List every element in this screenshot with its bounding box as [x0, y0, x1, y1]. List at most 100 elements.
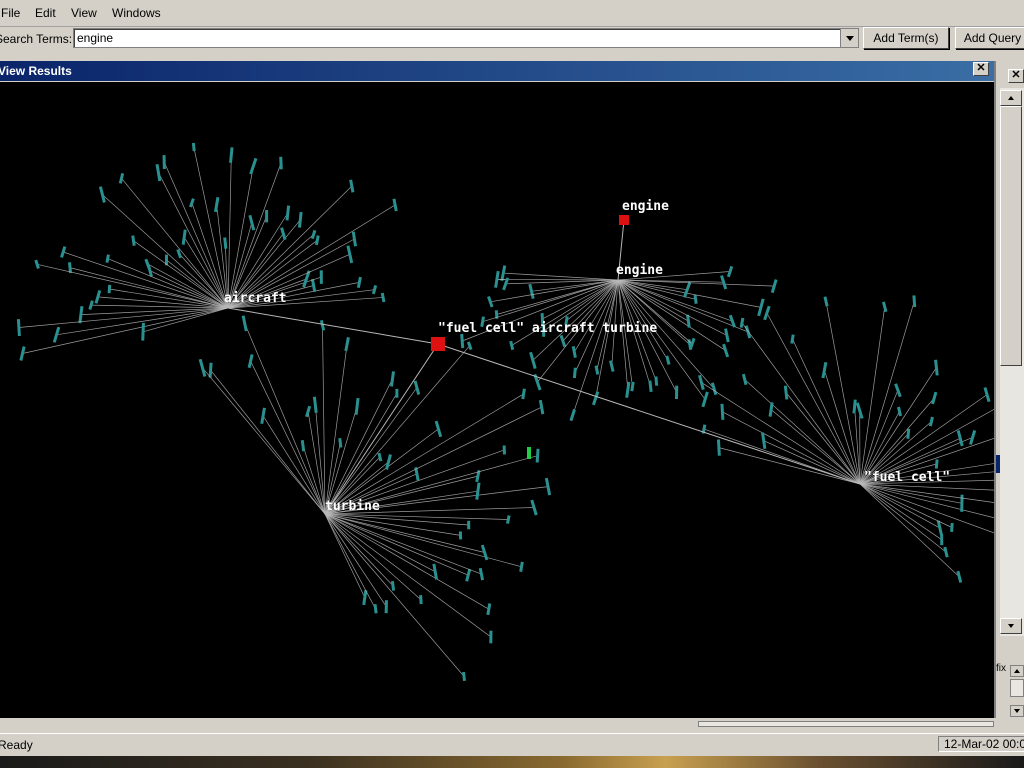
graph-edge — [722, 411, 861, 485]
result-node — [609, 360, 615, 372]
result-node — [384, 600, 388, 614]
hub-label: turbine — [325, 499, 380, 514]
result-node — [783, 385, 789, 400]
result-node — [181, 229, 187, 245]
scroll-down-button[interactable] — [1000, 618, 1022, 634]
result-node — [768, 402, 774, 417]
result-node — [739, 317, 745, 328]
result-node — [744, 325, 752, 339]
close-side-panel-button[interactable]: ✕ — [1008, 69, 1024, 83]
result-node — [894, 383, 902, 398]
result-node — [648, 380, 653, 393]
fix-scroll-thumb[interactable] — [1010, 679, 1024, 697]
result-node — [486, 603, 492, 616]
graph-edge — [202, 367, 326, 515]
query-node-label: engine — [622, 199, 669, 214]
hub-label: engine — [616, 263, 663, 278]
graph-edge — [859, 483, 942, 540]
result-node — [189, 198, 195, 208]
result-node — [389, 371, 395, 387]
result-node — [260, 407, 266, 425]
result-node — [300, 439, 306, 452]
result-node — [625, 381, 631, 398]
close-results-button[interactable]: ✕ — [973, 62, 989, 76]
result-node — [34, 259, 40, 269]
chevron-up-icon — [1014, 669, 1020, 673]
chevron-down-icon — [1008, 624, 1014, 628]
hub-label: "fuel cell" — [864, 470, 950, 485]
result-node — [98, 186, 106, 203]
result-node — [757, 298, 765, 317]
menu-file[interactable]: File — [1, 6, 20, 20]
result-node — [319, 270, 323, 284]
result-node — [535, 448, 540, 463]
result-node — [569, 409, 576, 422]
result-node — [107, 284, 112, 294]
term-graph[interactable]: engine "fuel cell" aircraft turbine aircra… — [0, 82, 994, 718]
result-node — [572, 367, 577, 379]
result-node — [141, 322, 145, 341]
add-query-button[interactable]: Add Query — [955, 27, 1024, 49]
result-node — [720, 403, 725, 420]
menu-edit[interactable]: Edit — [35, 6, 56, 20]
result-node — [349, 179, 355, 193]
search-input[interactable] — [77, 31, 837, 45]
result-node — [390, 580, 396, 591]
menu-view[interactable]: View — [71, 6, 97, 20]
fix-scroll-up[interactable] — [1010, 665, 1024, 677]
result-node — [248, 214, 256, 231]
fix-label: fix — [996, 663, 1006, 674]
result-node — [118, 172, 125, 184]
graph-edge — [324, 513, 492, 638]
result-node — [559, 334, 567, 348]
vertical-scrollbar[interactable] — [1000, 88, 1024, 636]
result-node — [413, 380, 421, 395]
graph-edge — [859, 301, 915, 485]
scroll-thumb[interactable] — [1000, 106, 1022, 366]
results-visualization[interactable]: engine "fuel cell" aircraft turbine aircra… — [0, 82, 994, 718]
scroll-up-button[interactable] — [1000, 90, 1022, 106]
graph-edge — [763, 440, 861, 485]
hub-label: aircraft — [224, 291, 287, 306]
horizontal-scrollbar[interactable] — [0, 719, 994, 729]
query-node — [431, 337, 445, 351]
hscroll-thumb[interactable] — [698, 721, 994, 727]
graph-edge — [193, 147, 229, 309]
result-node — [314, 235, 320, 246]
result-node — [594, 365, 600, 375]
add-terms-button[interactable]: Add Term(s) — [863, 27, 949, 49]
result-node — [414, 467, 420, 481]
graph-edge — [324, 513, 489, 610]
graph-edge — [718, 447, 861, 485]
graph-edge — [766, 312, 861, 485]
result-node — [310, 229, 317, 240]
result-node — [280, 227, 287, 241]
search-dropdown-button[interactable] — [840, 29, 858, 47]
search-combobox[interactable] — [73, 28, 859, 48]
result-node — [385, 454, 392, 470]
menu-windows[interactable]: Windows — [112, 6, 161, 20]
result-node — [683, 281, 692, 298]
result-node — [310, 278, 317, 293]
graph-edge — [859, 306, 886, 485]
result-node — [823, 296, 829, 307]
graph-edge — [859, 483, 962, 504]
result-node — [52, 326, 61, 343]
chevron-down-icon — [845, 35, 854, 41]
results-window-title: View Results — [0, 64, 72, 78]
result-node — [665, 355, 671, 365]
status-date: 12-Mar-02 00:07 — [938, 736, 1024, 752]
fix-scroll-down[interactable] — [1010, 705, 1024, 717]
result-node — [630, 381, 635, 392]
graph-edge — [617, 279, 733, 322]
graph-edge — [741, 322, 861, 485]
graph-edge — [210, 369, 326, 515]
result-node — [60, 246, 67, 258]
result-node — [591, 391, 600, 406]
graph-edge — [324, 345, 470, 515]
graph-edge — [227, 162, 282, 309]
query-edge — [324, 343, 439, 515]
graph-edge — [859, 483, 994, 534]
result-node — [943, 546, 949, 558]
result-node — [674, 385, 679, 400]
